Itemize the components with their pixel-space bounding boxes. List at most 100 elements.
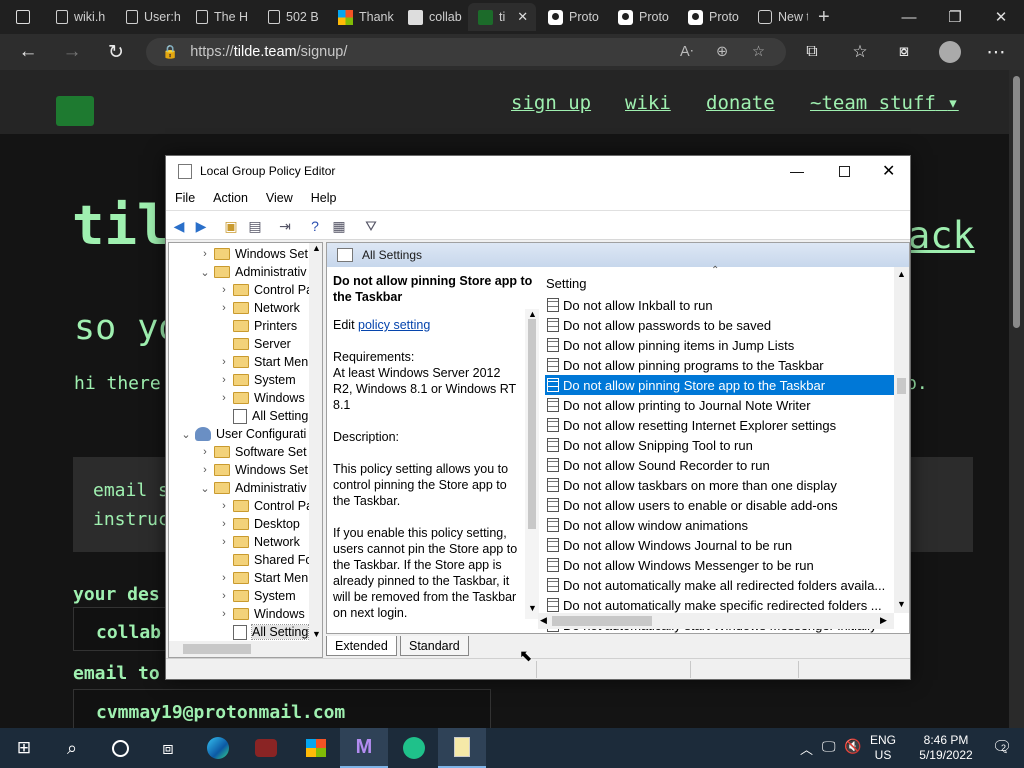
setting-row[interactable]: Do not allow users to enable or disable … (545, 495, 894, 515)
tab-standard[interactable]: Standard (400, 636, 469, 656)
tree-node[interactable]: › Windows (215, 389, 305, 407)
tree-node[interactable]: › Control Pa (215, 497, 313, 515)
browser-tab[interactable]: The H (186, 3, 256, 31)
favorites-button[interactable]: ☆ (842, 34, 878, 70)
browser-tab[interactable]: 502 B (258, 3, 326, 31)
tree-node[interactable]: › System (215, 587, 296, 605)
action-center-button[interactable]: 🗨 2 (992, 737, 1012, 757)
browser-tab[interactable]: collab (398, 3, 466, 31)
setting-row[interactable]: Do not allow Windows Journal to be run (545, 535, 894, 555)
expand-arrow-icon[interactable]: › (215, 536, 233, 548)
tree-hscroll-thumb[interactable] (183, 644, 251, 654)
expand-arrow-icon[interactable]: › (215, 518, 233, 530)
store-taskbar-button[interactable] (292, 728, 340, 768)
setting-row[interactable]: Do not allow Sound Recorder to run (545, 455, 894, 475)
browser-tab[interactable]: User:h (116, 3, 184, 31)
tree-node[interactable]: › Windows (215, 605, 305, 623)
settings-vertical-scrollbar[interactable]: ▲ ▼ (894, 267, 909, 613)
gpe-minimize-button[interactable]: — (790, 163, 804, 179)
setting-row[interactable]: Do not allow taskbars on more than one d… (545, 475, 894, 495)
expand-arrow-icon[interactable]: ⌄ (177, 428, 195, 441)
tree-vertical-scrollbar[interactable]: ▲ ▼ (309, 243, 322, 641)
export-list-icon[interactable]: ⇥ (276, 217, 294, 235)
expand-arrow-icon[interactable]: › (215, 302, 233, 314)
expand-arrow-icon[interactable]: › (215, 608, 233, 620)
expand-arrow-icon[interactable]: › (215, 590, 233, 602)
scroll-up-icon[interactable]: ▲ (312, 243, 321, 253)
page-scrollbar[interactable] (1009, 70, 1024, 728)
expand-arrow-icon[interactable]: › (215, 374, 233, 386)
tree-node[interactable]: › Network (215, 533, 300, 551)
back-button[interactable]: ← (10, 34, 46, 70)
expand-arrow-icon[interactable]: › (215, 572, 233, 584)
url-field[interactable]: 🔒 https://tilde.team/signup/ Aᐧ ⊕ ☆ (146, 38, 786, 66)
new-tab-button[interactable]: + (810, 3, 840, 31)
setting-row[interactable]: Do not allow Windows Messenger to be run (545, 555, 894, 575)
app-taskbar-button[interactable] (242, 728, 290, 768)
scroll-down-icon[interactable]: ▼ (312, 629, 321, 639)
setting-row[interactable]: Do not allow Snipping Tool to run (545, 435, 894, 455)
tree-node[interactable]: › Windows Set (196, 461, 308, 479)
nav-donate[interactable]: donate (706, 92, 775, 114)
cortana-button[interactable] (96, 728, 144, 768)
setting-row[interactable]: Do not allow pinning programs to the Tas… (545, 355, 894, 375)
page-scrollbar-thumb[interactable] (1013, 76, 1020, 328)
setting-row[interactable]: Do not allow passwords to be saved (545, 315, 894, 335)
show-hide-tree-icon[interactable]: ▤ (246, 217, 264, 235)
setting-row[interactable]: Do not allow Inkball to run (545, 295, 894, 315)
minimize-browser-button[interactable]: — (886, 0, 932, 34)
tree-node[interactable]: › Network (215, 299, 300, 317)
tree-node[interactable]: All Setting (215, 407, 308, 425)
help-icon[interactable]: ? (306, 217, 324, 235)
tree-node[interactable]: › Software Set (196, 443, 306, 461)
tree-node[interactable]: All Setting (215, 623, 310, 641)
tab-extended[interactable]: Extended (326, 636, 397, 656)
forward-arrow-icon[interactable]: ▶ (192, 217, 210, 235)
tree-node[interactable]: › Start Men (215, 353, 308, 371)
setting-row[interactable]: Do not allow pinning items in Jump Lists (545, 335, 894, 355)
gpe-maximize-button[interactable] (839, 165, 850, 177)
tree-node[interactable]: › Start Men (215, 569, 308, 587)
up-folder-icon[interactable]: ▣ (222, 217, 240, 235)
browser-tab[interactable]: Thank (328, 3, 396, 31)
expand-arrow-icon[interactable]: › (215, 392, 233, 404)
browser-tab[interactable]: wiki.h (46, 3, 114, 31)
extensions-button[interactable]: ⧉ (794, 34, 830, 70)
expand-arrow-icon[interactable]: › (215, 500, 233, 512)
expand-arrow-icon[interactable]: › (215, 356, 233, 368)
forward-button[interactable]: → (54, 34, 90, 70)
menu-file[interactable]: File (166, 191, 204, 205)
settings-column-header[interactable]: Setting ⌃ (546, 265, 886, 293)
expand-arrow-icon[interactable]: › (196, 464, 214, 476)
edit-policy-setting-link[interactable]: policy setting (358, 318, 430, 332)
scroll-left-icon[interactable]: ◀ (540, 615, 547, 626)
tree-node[interactable]: › Desktop (215, 515, 300, 533)
circle-app-taskbar-button[interactable] (390, 728, 438, 768)
nav-wiki[interactable]: wiki (625, 92, 671, 114)
scroll-down-icon[interactable]: ▼ (897, 599, 906, 609)
add-favorite-icon[interactable]: ☆ (752, 44, 765, 60)
read-aloud-icon[interactable]: Aᐧ (680, 44, 693, 60)
tree-node[interactable]: › Windows Set (196, 245, 308, 263)
hero-title-right[interactable]: ack (908, 214, 975, 257)
gpe-title-bar[interactable]: Local Group Policy Editor — ✕ (166, 156, 910, 186)
refresh-button[interactable]: ↻ (98, 34, 134, 70)
tree-node[interactable]: ⌄ Administrativ (196, 479, 306, 497)
expand-arrow-icon[interactable]: › (215, 284, 233, 296)
browser-tab[interactable]: Proto (678, 3, 746, 31)
gpe-close-button[interactable]: ✕ (882, 161, 895, 181)
setting-row[interactable]: Do not automatically make all redirected… (545, 575, 894, 595)
properties-icon[interactable]: ▦ (330, 217, 348, 235)
menu-view[interactable]: View (257, 191, 302, 205)
language-indicator[interactable]: ENG US (870, 733, 896, 763)
expand-arrow-icon[interactable]: ⌄ (196, 266, 214, 279)
clock[interactable]: 8:46 PM 5/19/2022 (906, 733, 986, 763)
description-scroll-thumb[interactable] (528, 319, 536, 529)
setting-row[interactable]: Do not allow pinning Store app to the Ta… (545, 375, 894, 395)
menu-help[interactable]: Help (302, 191, 346, 205)
settings-horizontal-scrollbar[interactable]: ◀ ▶ (538, 613, 894, 629)
nav-team-stuff[interactable]: ~team stuff ▾ (810, 92, 959, 114)
menu-action[interactable]: Action (204, 191, 257, 205)
tree-node[interactable]: › Control Pa (215, 281, 313, 299)
tilde-logo[interactable] (56, 96, 94, 126)
